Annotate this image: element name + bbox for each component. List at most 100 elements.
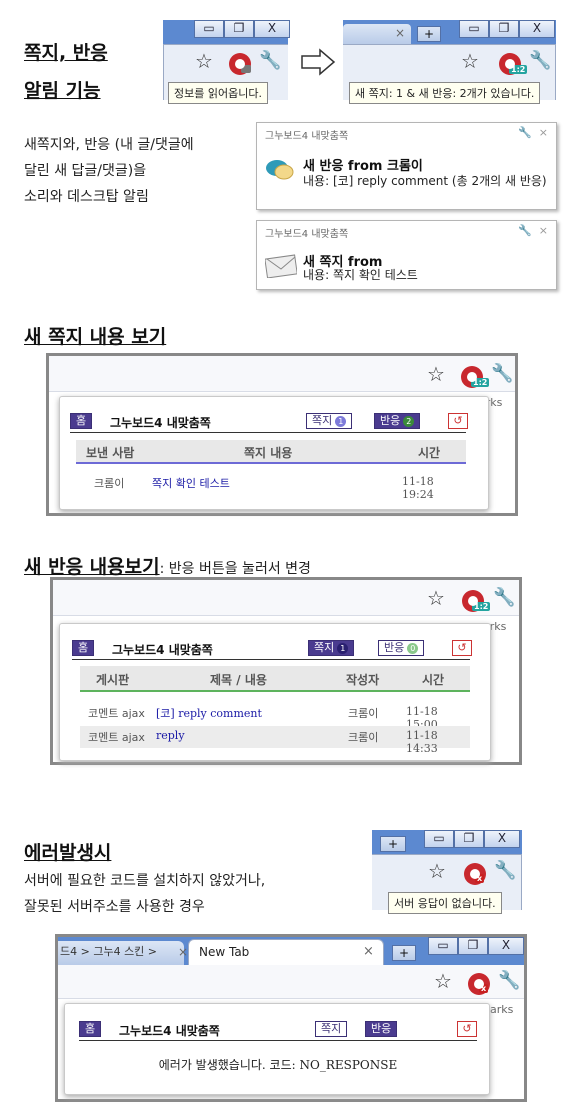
screenshot-reaction-view: ☆ 1:2 🔧 arks 홈 그누보드4 내맞춤쪽 쪽지 1 반응 0 ↺ 게시판 …: [50, 577, 522, 765]
column-header: 시간: [422, 673, 445, 687]
home-button[interactable]: 홈: [70, 413, 93, 429]
section1-title-line1: 쪽지, 반응: [24, 42, 108, 64]
chat-bubble-icon: [265, 157, 295, 187]
notification-header: 그누보드4 내맞춤쪽 🔧 ×: [257, 221, 556, 244]
count-badge: 1:2: [472, 602, 491, 611]
memo-button[interactable]: 쪽지 1: [306, 413, 353, 429]
minimize-icon[interactable]: ▭: [428, 937, 458, 955]
home-button[interactable]: 홈: [72, 640, 95, 656]
error-message: 에러가 발생했습니다. 코드: NO_RESPONSE: [158, 1058, 398, 1072]
extension-icon[interactable]: 1:2: [461, 366, 490, 388]
memo-button-label: 쪽지: [314, 641, 335, 654]
close-icon[interactable]: X: [519, 20, 555, 38]
star-icon[interactable]: ☆: [195, 51, 213, 71]
notification-reaction[interactable]: 그누보드4 내맞춤쪽 🔧 × 새 반응 from 크롬이 내용: [코] rep…: [256, 122, 557, 210]
home-button[interactable]: 홈: [79, 1021, 102, 1037]
close-icon[interactable]: ×: [539, 126, 548, 139]
tab-active[interactable]: New Tab ×: [188, 939, 384, 965]
reaction-button-label: 반응: [384, 641, 405, 654]
window-controls: ▭ ❐ X: [194, 20, 290, 38]
star-icon[interactable]: ☆: [427, 364, 445, 384]
wrench-icon[interactable]: 🔧: [493, 587, 515, 608]
star-icon[interactable]: ☆: [428, 861, 446, 881]
subject-link[interactable]: [코] reply comment: [156, 705, 262, 721]
browser-before: ▭ ❐ X ☆ 🔧 정보를 읽어옵니다.: [163, 20, 290, 104]
new-tab-icon[interactable]: +: [392, 945, 416, 961]
notification-memo[interactable]: 그누보드4 내맞춤쪽 🔧 × 새 쪽지 from 내용: 쪽지 확인 테스트: [256, 220, 557, 290]
memo-button[interactable]: 쪽지: [315, 1021, 348, 1037]
popup-title: 그누보드4 내맞춤쪽: [119, 1024, 220, 1038]
author-cell: 크롬이: [348, 707, 379, 720]
table-row[interactable]: 코멘트 ajax reply 크롬이 11-18 14:33: [80, 726, 470, 755]
minimize-icon[interactable]: ▭: [424, 830, 454, 848]
extension-icon[interactable]: x: [468, 973, 490, 995]
reaction-button[interactable]: 반응 0: [378, 640, 425, 656]
board-cell: 코멘트 ajax: [88, 707, 145, 720]
column-header: 작성자: [346, 673, 380, 687]
reaction-button[interactable]: 반응: [365, 1021, 398, 1037]
count-badge: 1:2: [471, 378, 490, 387]
memo-button-label: 쪽지: [312, 414, 333, 427]
wrench-icon[interactable]: 🔧: [498, 970, 520, 991]
desc-line: 소리와 데스크탑 알림: [24, 189, 149, 205]
wrench-icon[interactable]: 🔧: [491, 363, 513, 384]
restore-icon[interactable]: ❐: [224, 20, 254, 38]
extension-icon[interactable]: 1:2: [462, 590, 491, 612]
window-controls: ▭ ❐ X: [424, 830, 520, 848]
close-icon[interactable]: X: [488, 937, 524, 955]
restore-icon[interactable]: ❐: [489, 20, 519, 38]
refresh-icon[interactable]: ↺: [452, 640, 472, 656]
error-badge: x: [475, 874, 485, 883]
bookmarks-bar-text: arks: [490, 1003, 514, 1016]
refresh-icon[interactable]: ↺: [448, 413, 468, 429]
tab-close-icon[interactable]: ×: [395, 26, 405, 40]
section3-heading: 새 반응 내용보기: 반응 버튼을 눌러서 변경: [24, 552, 311, 579]
minimize-icon[interactable]: ▭: [459, 20, 489, 38]
wrench-icon[interactable]: 🔧: [494, 860, 516, 881]
tab-inactive[interactable]: 드4 > 그누4 스킨 >: [58, 941, 184, 965]
close-icon[interactable]: ×: [539, 224, 548, 237]
memo-link[interactable]: 쪽지 확인 테스트: [152, 475, 230, 491]
column-header: 게시판: [96, 673, 130, 687]
envelope-icon: [264, 254, 298, 282]
window-controls-after: ▭ ❐ X: [459, 20, 555, 38]
browser-error-small: + ▭ ❐ X ☆ x 🔧 서버 응답이 없습니다.: [372, 830, 522, 914]
memo-button[interactable]: 쪽지 1: [308, 640, 355, 656]
reaction-button[interactable]: 반응 2: [374, 413, 421, 429]
section4-title: 에러발생시: [24, 842, 112, 864]
new-tab-icon[interactable]: +: [380, 836, 406, 852]
extension-icon[interactable]: [229, 53, 251, 75]
wrench-icon[interactable]: 🔧: [259, 50, 281, 71]
column-header: 시간: [418, 446, 441, 460]
screenshot-memo-view: ☆ 1:2 🔧 arks 홈 그누보드4 내맞춤쪽 쪽지 1 반응 2 ↺ 보낸 사…: [46, 353, 518, 516]
table-row[interactable]: 코멘트 ajax [코] reply comment 크롬이 11-18 15:…: [80, 702, 470, 731]
notification-header: 그누보드4 내맞춤쪽 🔧 ×: [257, 123, 556, 146]
star-icon[interactable]: ☆: [427, 588, 445, 608]
reaction-count: 0: [407, 642, 419, 654]
extension-icon[interactable]: x: [464, 863, 486, 885]
close-icon[interactable]: X: [254, 20, 290, 38]
extension-icon[interactable]: 1:2: [499, 53, 528, 75]
new-tab-icon[interactable]: +: [417, 26, 441, 42]
wrench-icon[interactable]: 🔧: [518, 224, 532, 237]
table-header: 게시판 제목 / 내용 작성자 시간: [80, 666, 470, 692]
wrench-icon[interactable]: 🔧: [529, 50, 551, 71]
table-header: 보낸 사람 쪽지 내용 시간: [76, 440, 466, 464]
star-icon[interactable]: ☆: [434, 971, 452, 991]
tab-close-icon[interactable]: ×: [363, 944, 374, 959]
column-header: 쪽지 내용: [244, 446, 293, 460]
section1-description: 새쪽지와, 반응 (내 글/댓글에 달린 새 답글/댓글)을 소리와 데스크탑 …: [24, 132, 194, 210]
board-cell: 코멘트 ajax: [88, 731, 145, 744]
star-icon[interactable]: ☆: [461, 51, 479, 71]
close-icon[interactable]: X: [484, 830, 520, 848]
notification-body: 내용: 쪽지 확인 테스트: [303, 268, 418, 282]
subject-link[interactable]: reply: [156, 729, 185, 742]
refresh-icon[interactable]: ↺: [457, 1021, 477, 1037]
minimize-icon[interactable]: ▭: [194, 20, 224, 38]
notification-title: 새 반응 from 크롬이: [303, 159, 423, 174]
table-row[interactable]: 크롬이 쪽지 확인 테스트 11-18 19:24: [76, 473, 466, 501]
restore-icon[interactable]: ❐: [454, 830, 484, 848]
restore-icon[interactable]: ❐: [458, 937, 488, 955]
wrench-icon[interactable]: 🔧: [518, 126, 532, 139]
tab-close-icon[interactable]: ×: [178, 945, 188, 959]
